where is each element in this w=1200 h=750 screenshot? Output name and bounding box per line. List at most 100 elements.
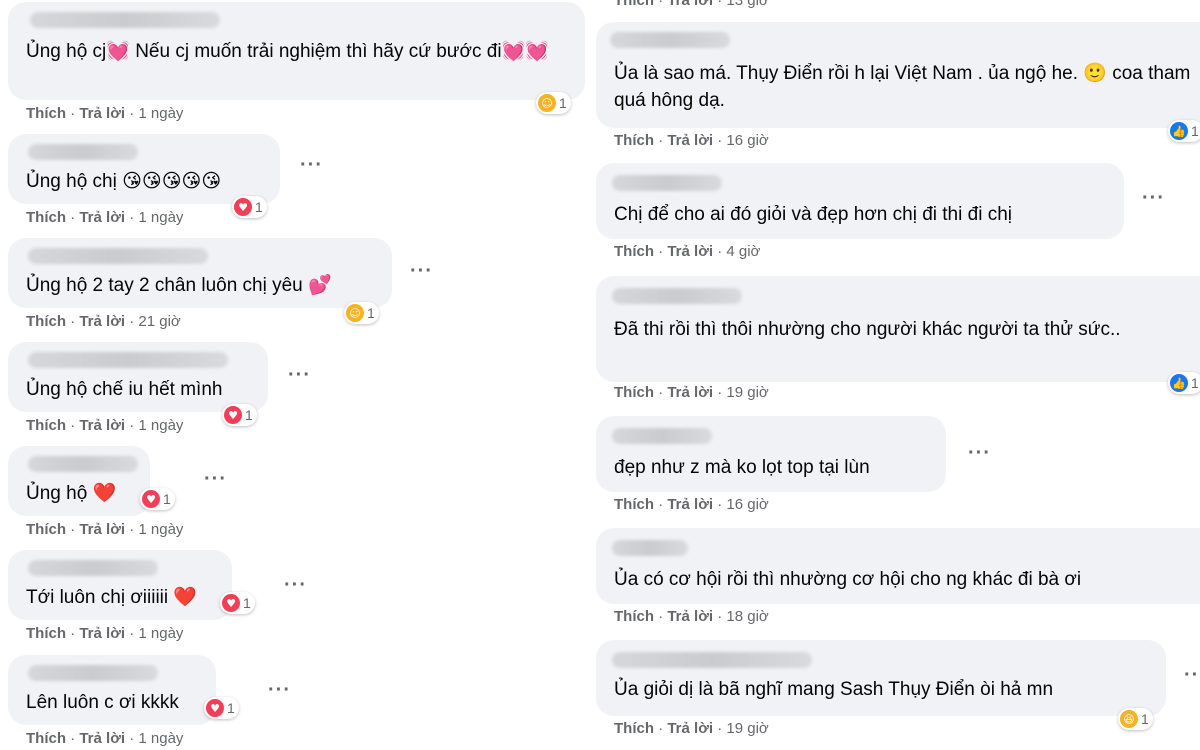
more-options-icon[interactable]: ··· [204, 468, 227, 491]
reaction-badge[interactable]: 👍 1 [1168, 120, 1200, 142]
reply-link[interactable]: Trả lời [79, 417, 125, 434]
comment-text: Ủng hộ 2 tay 2 chân luôn chị yêu 💕 [26, 275, 332, 296]
reaction-badge[interactable]: ♥ 1 [140, 488, 175, 510]
comment-meta: Thích · Trả lời · 16 giờ [614, 132, 769, 149]
like-link[interactable]: Thích [614, 0, 654, 9]
haha-reaction-icon: 😆 [1120, 710, 1138, 728]
timestamp[interactable]: 4 giờ [726, 243, 760, 260]
reaction-count: 1 [559, 95, 567, 111]
timestamp[interactable]: 18 giờ [726, 608, 768, 625]
like-link[interactable]: Thích [26, 209, 66, 226]
care-reaction-icon: ☺ [538, 94, 556, 112]
timestamp[interactable]: 1 ngày [138, 521, 183, 538]
comment-meta: Thích · Trả lời · 16 giờ [614, 496, 769, 513]
like-link[interactable]: Thích [614, 608, 654, 625]
reaction-badge[interactable]: ☺ 1 [536, 92, 571, 114]
reply-link[interactable]: Trả lời [79, 521, 125, 538]
comment-meta: Thích · Trả lời · 1 ngày [26, 417, 184, 434]
reaction-count: 1 [245, 407, 253, 423]
comment: Ủa là sao má. Thụy Điển rồi h lại Việt N… [596, 22, 1200, 158]
timestamp[interactable]: 1 ngày [138, 625, 183, 642]
timestamp[interactable]: 1 ngày [138, 417, 183, 434]
heart-reaction-icon: ♥ [222, 594, 240, 612]
like-link[interactable]: Thích [614, 132, 654, 149]
blurred-author-name [612, 288, 742, 304]
comment: Lên luôn c ơi kkkk ♥ 1 ··· Thích · Trả l… [8, 655, 328, 750]
comment-meta: Thích · Trả lời · 1 ngày [26, 625, 184, 642]
comment-text: Chị để cho ai đó giỏi và đẹp hơn chị đi … [614, 204, 1012, 225]
timestamp[interactable]: 1 ngày [138, 730, 183, 747]
like-link[interactable]: Thích [614, 720, 654, 737]
like-link[interactable]: Thích [614, 496, 654, 513]
more-options-icon[interactable]: ··· [268, 679, 291, 702]
more-options-icon[interactable]: ··· [968, 442, 991, 465]
like-link[interactable]: Thích [26, 105, 66, 122]
more-options-icon[interactable]: ··· [1142, 187, 1165, 210]
reply-link[interactable]: Trả lời [79, 105, 125, 122]
blurred-author-name [610, 32, 730, 48]
timestamp[interactable]: 1 ngày [138, 105, 183, 122]
reply-link[interactable]: Trả lời [667, 132, 713, 149]
heart-reaction-icon: ♥ [224, 406, 242, 424]
reply-link[interactable]: Trả lời [79, 730, 125, 747]
more-options-icon[interactable]: ··· [300, 154, 323, 177]
like-link[interactable]: Thích [614, 384, 654, 401]
reaction-count: 1 [163, 491, 171, 507]
timestamp[interactable]: 19 giờ [726, 384, 768, 401]
more-options-icon[interactable]: ··· [410, 260, 433, 283]
reaction-count: 1 [1191, 375, 1199, 391]
reply-link[interactable]: Trả lời [79, 209, 125, 226]
comment-meta: Thích · Trả lời · 21 giờ [26, 313, 181, 330]
comment: Ủng hộ 2 tay 2 chân luôn chị yêu 💕 ☺ 1 ·… [8, 238, 438, 338]
like-link[interactable]: Thích [26, 625, 66, 642]
reaction-count: 1 [255, 199, 263, 215]
like-link[interactable]: Thích [26, 313, 66, 330]
reaction-badge[interactable]: ☺ 1 [344, 302, 379, 324]
reply-link[interactable]: Trả lời [79, 313, 125, 330]
comment-text: Ủng hộ chị 😘😘😘😘😘 [26, 171, 222, 192]
reaction-badge[interactable]: ♥ 1 [220, 592, 255, 614]
more-options-icon[interactable]: ·· [1184, 664, 1199, 687]
comment: Ủng hộ ❤️ ♥ 1 ··· Thích · Trả lời · 1 ng… [8, 446, 248, 546]
blurred-author-name [28, 352, 228, 368]
like-link[interactable]: Thích [26, 730, 66, 747]
comment-text: đẹp như z mà ko lọt top tại lùn [614, 457, 870, 478]
comment-text: Ủng hộ ❤️ [26, 483, 117, 504]
like-link[interactable]: Thích [26, 417, 66, 434]
timestamp[interactable]: 1 ngày [138, 209, 183, 226]
reply-link[interactable]: Trả lời [667, 720, 713, 737]
blurred-author-name [28, 456, 138, 472]
reply-link[interactable]: Trả lời [667, 243, 713, 260]
reaction-badge[interactable]: 👍 1 [1168, 372, 1200, 394]
timestamp[interactable]: 16 giờ [726, 132, 768, 149]
comment: Ủa có cơ hội rồi thì nhường cơ hội cho n… [596, 528, 1200, 636]
blurred-author-name [30, 12, 220, 28]
comment: Ủa giỏi dị là bã nghĩ mang Sash Thụy Điể… [596, 640, 1200, 750]
like-link[interactable]: Thích [614, 243, 654, 260]
reaction-badge[interactable]: ♥ 1 [222, 404, 257, 426]
comment-meta: Thích · Trả lời · 19 giờ [614, 720, 769, 737]
comment-meta: Thích · Trả lời · 1 ngày [26, 209, 184, 226]
comment: Đã thi rồi thì thôi nhường cho người khá… [596, 276, 1200, 412]
reply-link[interactable]: Trả lời [79, 625, 125, 642]
reply-link[interactable]: Trả lời [667, 0, 713, 9]
comment-text: Ủng hộ chế iu hết mình [26, 379, 223, 400]
comment-text: Ủa là sao má. Thụy Điển rồi h lại Việt N… [614, 63, 1191, 111]
reaction-badge[interactable]: 😆 1 [1118, 708, 1153, 730]
timestamp[interactable]: 13 giờ [726, 0, 768, 9]
timestamp[interactable]: 19 giờ [726, 720, 768, 737]
comment-text: Tới luôn chị ơiiiiii ❤️ [26, 587, 198, 608]
reaction-badge[interactable]: ♥ 1 [232, 196, 267, 218]
like-reaction-icon: 👍 [1170, 122, 1188, 140]
reply-link[interactable]: Trả lời [667, 608, 713, 625]
reaction-count: 1 [227, 700, 235, 716]
like-link[interactable]: Thích [26, 521, 66, 538]
more-options-icon[interactable]: ··· [288, 364, 311, 387]
comment: Ủng hộ chế iu hết mình ♥ 1 ··· Thích · T… [8, 342, 328, 442]
reply-link[interactable]: Trả lời [667, 496, 713, 513]
timestamp[interactable]: 16 giờ [726, 496, 768, 513]
reply-link[interactable]: Trả lời [667, 384, 713, 401]
timestamp[interactable]: 21 giờ [138, 313, 180, 330]
more-options-icon[interactable]: ··· [284, 574, 307, 597]
reaction-badge[interactable]: ♥ 1 [204, 697, 239, 719]
